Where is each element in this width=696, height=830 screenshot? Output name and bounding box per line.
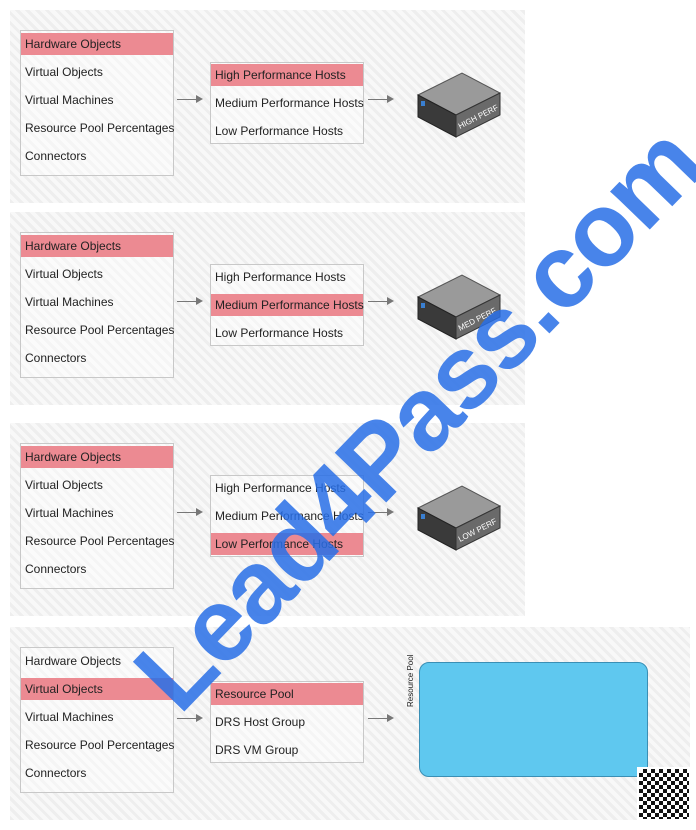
resource-pool-box (419, 662, 648, 777)
list-item[interactable]: Hardware Objects (21, 235, 173, 257)
list-item[interactable]: Hardware Objects (21, 446, 173, 468)
list-item[interactable]: Connectors (21, 145, 173, 167)
diagram-panel: Hardware Objects Virtual Objects Virtual M… (10, 627, 691, 821)
arrow-icon (368, 95, 394, 103)
list-item[interactable]: DRS VM Group (211, 739, 363, 761)
option-list: High Performance Hosts Medium Performance… (210, 264, 364, 346)
list-item[interactable]: Virtual Objects (21, 474, 173, 496)
object-list: Hardware Objects Virtual Objects Virtual M… (20, 443, 174, 589)
list-item[interactable]: Connectors (21, 347, 173, 369)
list-item[interactable]: Medium Performance Hosts (211, 294, 364, 316)
list-item[interactable]: DRS Host Group (211, 711, 363, 733)
arrow-icon (368, 714, 394, 722)
qr-code (637, 767, 691, 821)
list-item[interactable]: Virtual Objects (21, 263, 173, 285)
list-item[interactable]: Connectors (21, 762, 173, 784)
list-item[interactable]: Medium Performance Hosts (211, 92, 364, 114)
list-item[interactable]: Resource Pool Percentages (21, 319, 174, 341)
object-list: Hardware Objects Virtual Objects Virtual M… (20, 30, 174, 176)
list-item[interactable]: Low Performance Hosts (211, 120, 363, 142)
list-item[interactable]: Resource Pool Percentages (21, 530, 174, 552)
list-item[interactable]: High Performance Hosts (211, 64, 363, 86)
list-item[interactable]: Virtual Machines (21, 502, 173, 524)
pool-label: Resource Pool (406, 654, 415, 707)
list-item[interactable]: Virtual Machines (21, 706, 173, 728)
diagram-panel: Hardware Objects Virtual Objects Virtual M… (10, 10, 525, 203)
list-item[interactable]: Virtual Machines (21, 89, 173, 111)
option-list: High Performance Hosts Medium Performance… (210, 62, 364, 144)
list-item[interactable]: Virtual Objects (21, 61, 173, 83)
arrow-icon (368, 297, 394, 305)
list-item[interactable]: Virtual Machines (21, 291, 173, 313)
arrow-icon (177, 508, 203, 516)
arrow-icon (177, 297, 203, 305)
server-icon: HIGH PERF (416, 72, 502, 138)
list-item[interactable]: Low Performance Hosts (211, 322, 363, 344)
list-item[interactable]: Resource Pool Percentages (21, 117, 174, 139)
object-list: Hardware Objects Virtual Objects Virtual M… (20, 232, 174, 378)
arrow-icon (177, 95, 203, 103)
list-item[interactable]: Connectors (21, 558, 173, 580)
list-item[interactable]: Resource Pool Percentages (21, 734, 174, 756)
list-item[interactable]: Hardware Objects (21, 33, 173, 55)
list-item[interactable]: High Performance Hosts (211, 266, 363, 288)
